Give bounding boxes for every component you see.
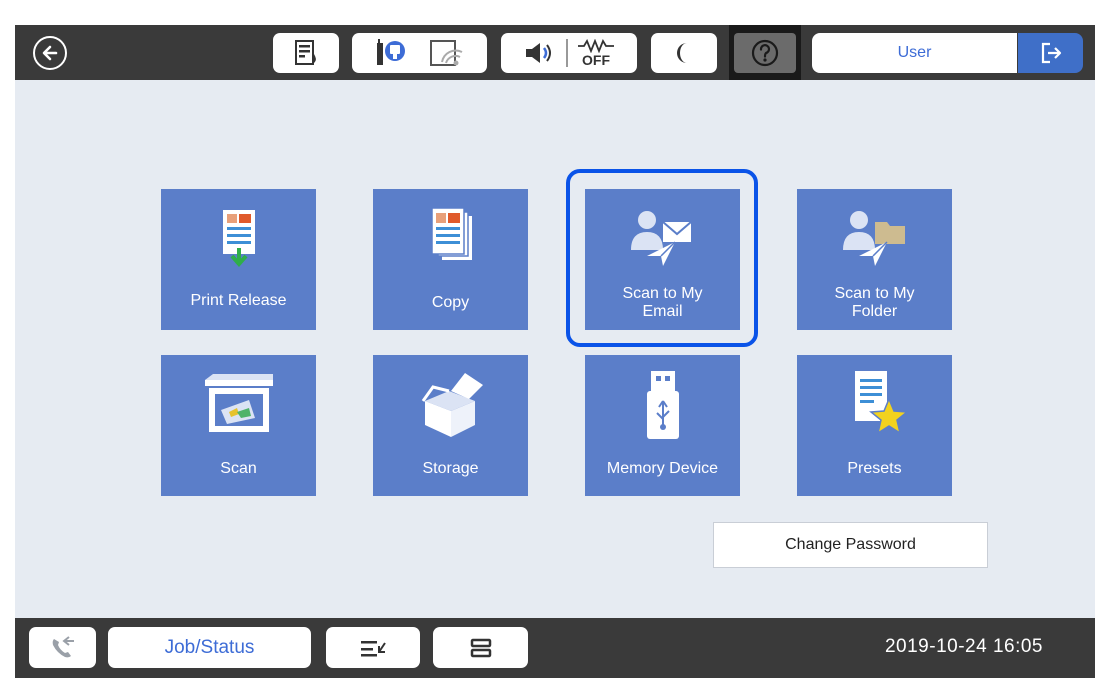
bottom-bar: Job/Status 2019-10-24 16:05 (15, 618, 1095, 678)
ethernet-icon (376, 39, 405, 65)
job-status-button[interactable]: Job/Status (108, 627, 311, 668)
scan-to-my-email-tile[interactable]: Scan to My Email (585, 189, 740, 330)
storage-icon-wrap (373, 365, 528, 445)
scan-tile[interactable]: Scan (161, 355, 316, 496)
printer-icon (470, 638, 491, 657)
wifi-icon (429, 40, 462, 66)
presets-star-icon (854, 371, 909, 435)
top-bar: OFF User (15, 25, 1095, 80)
tile-label-line-1: Scan to My (622, 285, 703, 302)
storage-tile[interactable]: Storage (373, 355, 528, 496)
help-button-frame (729, 25, 801, 80)
storage-box-icon (421, 373, 483, 437)
scan-icon-wrap (161, 365, 316, 445)
logout-button[interactable] (1018, 33, 1083, 73)
phone-call-icon (52, 635, 74, 657)
back-arrow-icon (42, 45, 58, 61)
supply-status-button[interactable] (273, 33, 339, 73)
copy-tile[interactable]: Copy (373, 189, 528, 330)
tile-label: Memory Device (606, 460, 719, 477)
tile-label: Presets (847, 460, 902, 477)
sound-settings-button[interactable]: OFF (501, 33, 637, 73)
date-time-display: 2019-10-24 16:05 (884, 636, 1043, 657)
scan-folder-icon-wrap (797, 199, 952, 279)
scan-email-icon-wrap (585, 199, 740, 279)
scanner-icon (204, 374, 273, 432)
off-label: OFF (582, 52, 610, 68)
print-release-icon-wrap (161, 199, 316, 279)
print-release-tile[interactable]: Print Release (161, 189, 316, 330)
scan-to-email-icon (630, 211, 692, 266)
tile-label: Copy (431, 294, 470, 311)
user-label: User (897, 44, 932, 61)
job-list-button[interactable] (326, 627, 420, 668)
memory-device-icon-wrap (585, 365, 740, 445)
tile-label: Print Release (190, 292, 287, 309)
user-button[interactable]: User (812, 33, 1017, 73)
scan-to-my-folder-tile[interactable]: Scan to My Folder (797, 189, 952, 330)
tile-label: Scan (220, 460, 257, 477)
paper-ink-icon (295, 40, 316, 65)
logout-icon (1041, 42, 1061, 64)
presets-icon-wrap (797, 365, 952, 445)
divider (566, 39, 568, 67)
print-release-icon (222, 210, 255, 268)
change-password-label: Change Password (785, 536, 916, 553)
copy-icon-wrap (373, 199, 528, 279)
network-status-button[interactable] (352, 33, 487, 73)
back-button[interactable] (33, 36, 67, 70)
presets-tile[interactable]: Presets (797, 355, 952, 496)
tile-label-line-2: Email (642, 303, 683, 320)
speaker-icon (526, 43, 551, 63)
tile-label-line-2: Folder (851, 303, 898, 320)
scan-to-folder-icon (842, 211, 905, 266)
fax-button[interactable] (29, 627, 96, 668)
quiet-mode-indicator: OFF (576, 39, 616, 67)
job-arrow-icon (361, 640, 386, 656)
memory-device-tile[interactable]: Memory Device (585, 355, 740, 496)
question-icon (751, 39, 779, 67)
copy-icon (430, 207, 472, 260)
printer-status-button[interactable] (433, 627, 528, 668)
change-password-button[interactable]: Change Password (713, 522, 988, 568)
job-status-label: Job/Status (164, 636, 255, 658)
tile-label-line-1: Scan to My (834, 285, 915, 302)
help-button[interactable] (734, 33, 796, 73)
pulse-icon (578, 39, 614, 53)
usb-stick-icon (646, 371, 679, 439)
moon-icon (677, 43, 687, 63)
sleep-button[interactable] (651, 33, 717, 73)
printer-control-panel: OFF User Print Release Copy Scan to My E… (15, 25, 1095, 678)
tile-label: Storage (422, 460, 479, 477)
